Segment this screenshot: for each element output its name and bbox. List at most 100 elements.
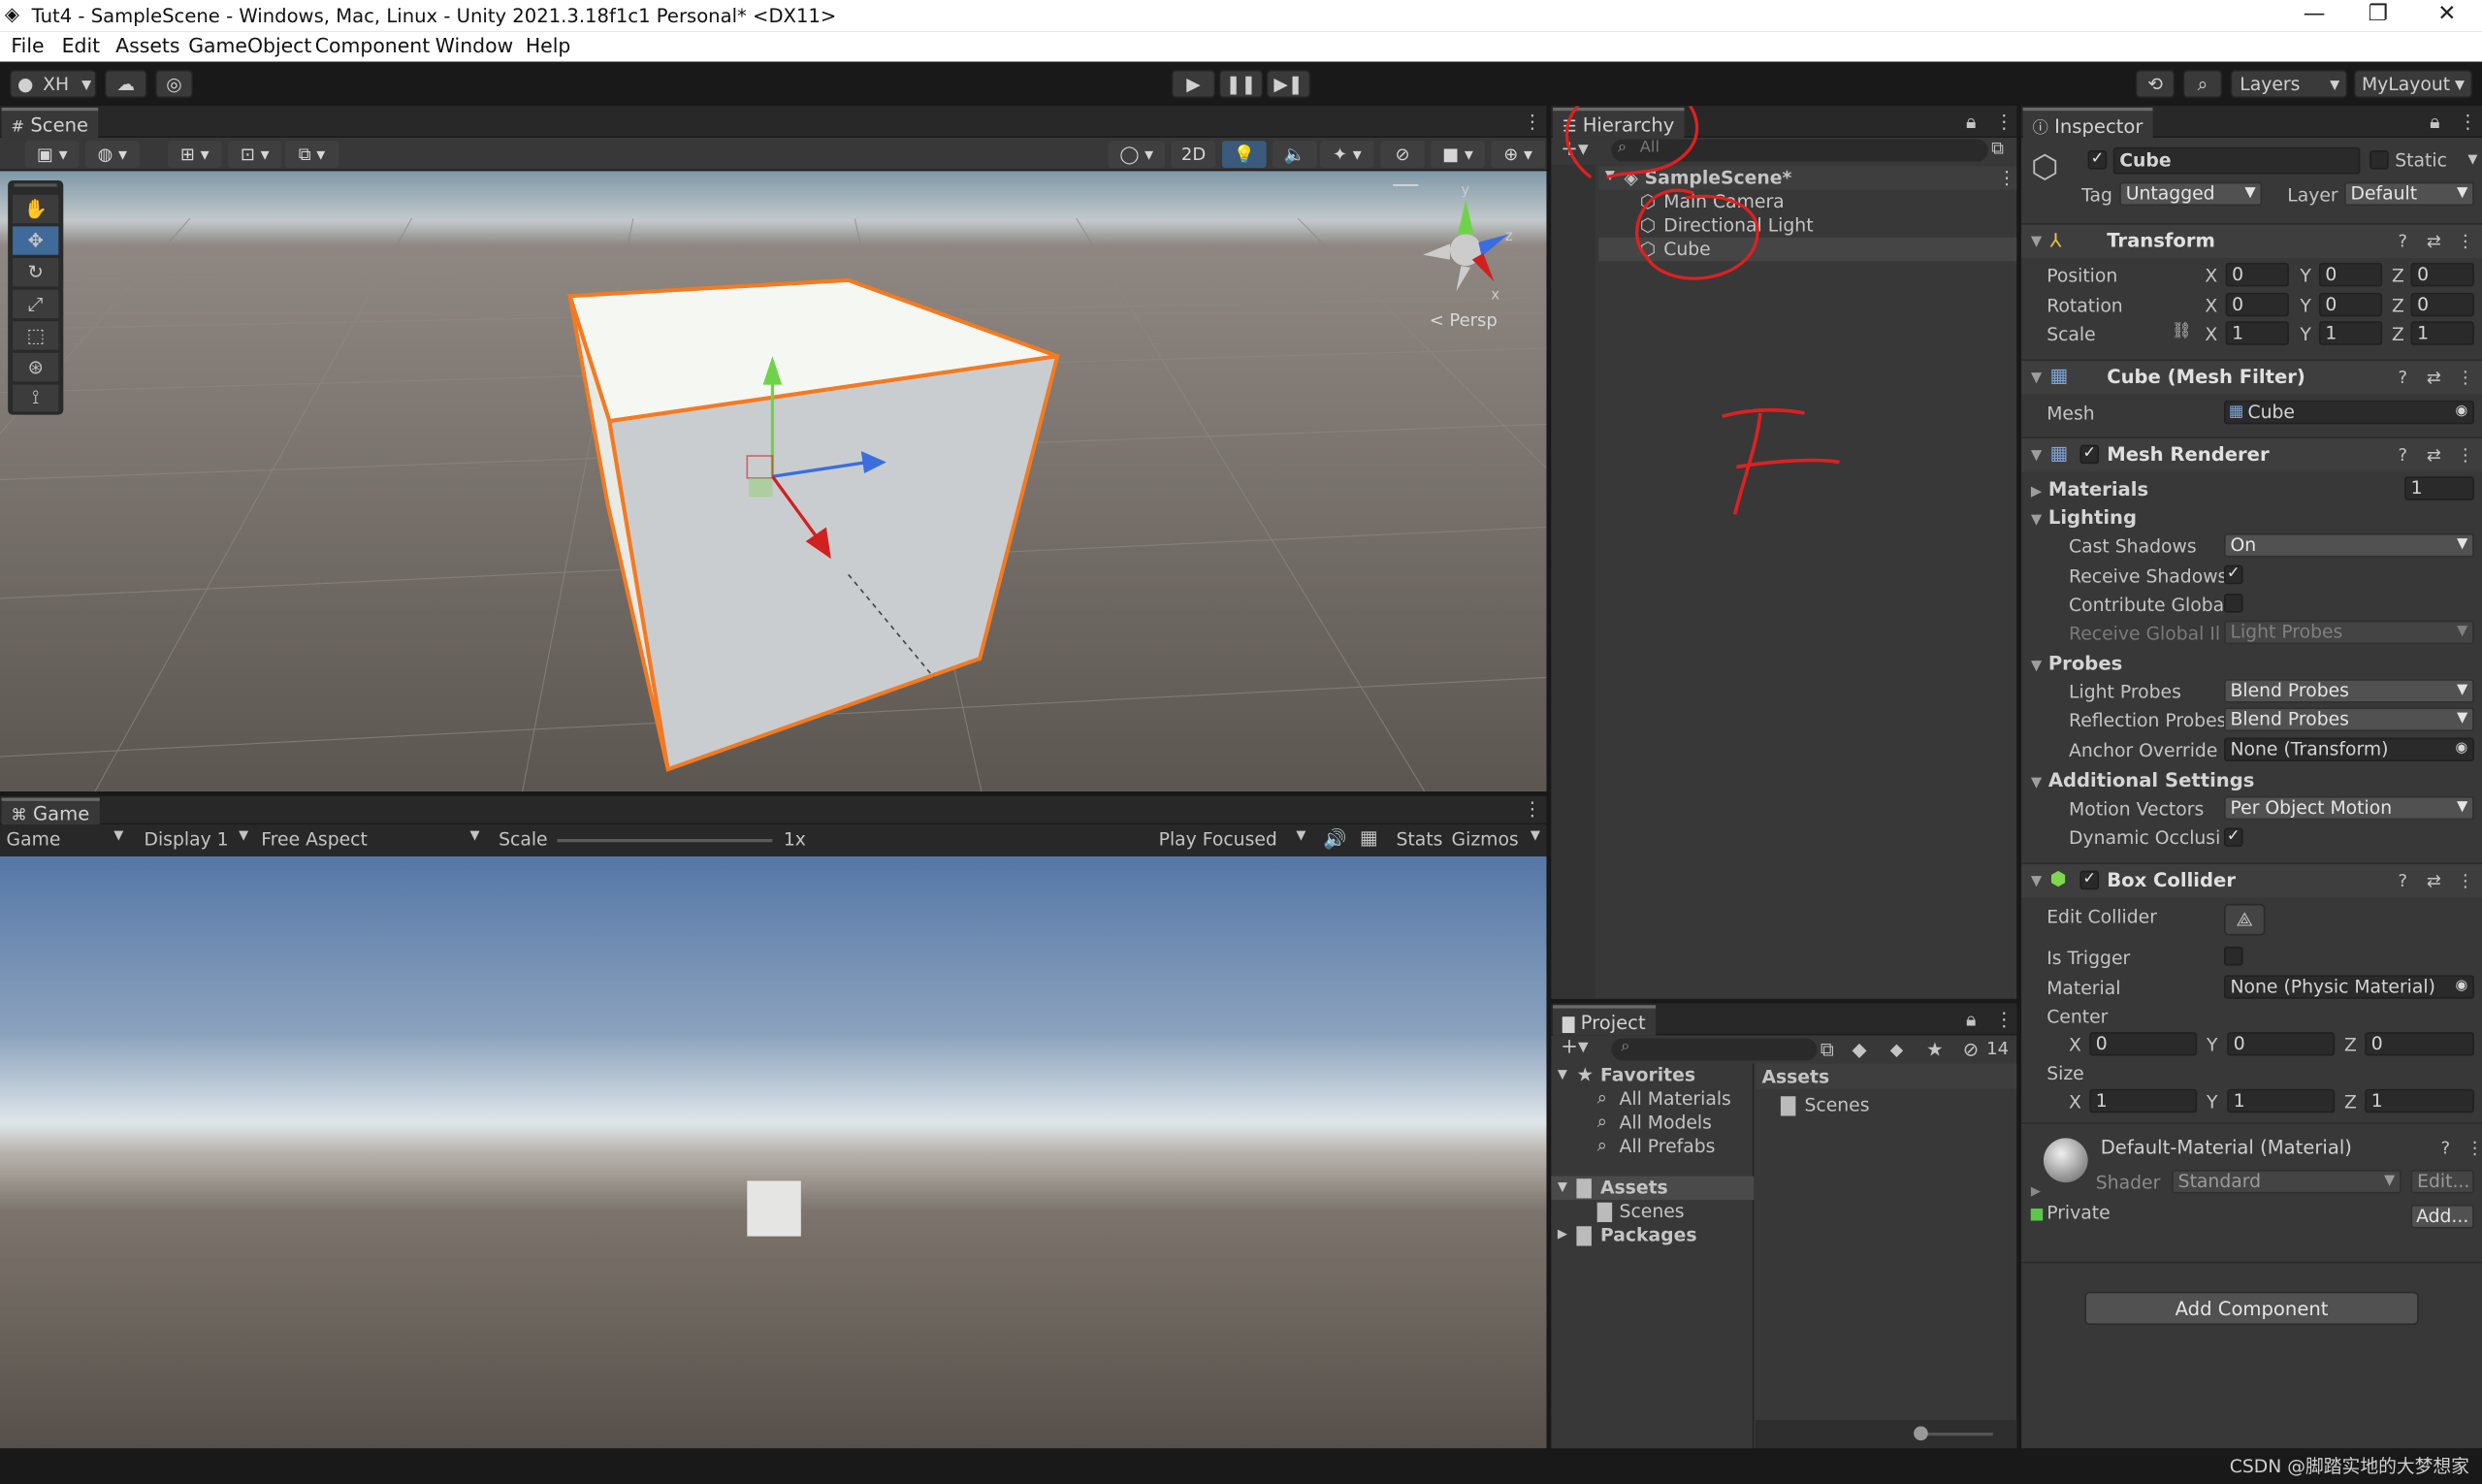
- light-probes-dropdown[interactable]: Blend Probes ▼: [2223, 679, 2474, 703]
- is-trigger-checkbox[interactable]: [2223, 946, 2243, 966]
- play-mode-dropdown[interactable]: Play Focused ▼: [1159, 828, 1309, 854]
- size-y-field[interactable]: 1: [2227, 1088, 2336, 1113]
- tree-item-assets[interactable]: ▼ ▇ Assets: [1551, 1176, 1755, 1201]
- help-icon[interactable]: ?: [2441, 1138, 2451, 1158]
- stats-grid-icon[interactable]: ▦: [1360, 826, 1378, 849]
- static-checkbox[interactable]: [2369, 150, 2389, 170]
- position-z-field[interactable]: 0: [2410, 262, 2474, 287]
- hidden-packages-icon[interactable]: ⊘: [1963, 1039, 1979, 1061]
- anchor-override-field[interactable]: None (Transform) ◉: [2223, 737, 2474, 762]
- more-icon[interactable]: ⋮: [2466, 1138, 2482, 1158]
- motion-vectors-dropdown[interactable]: Per Object Motion ▼: [2223, 795, 2474, 821]
- box-collider-header[interactable]: ▼ ⬢ ✓ Box Collider ? ⇄ ⋮: [2021, 862, 2482, 898]
- help-icon[interactable]: ?: [2399, 871, 2408, 891]
- probes-section[interactable]: Probes: [2048, 652, 2122, 674]
- project-search-input[interactable]: [1611, 1038, 1818, 1061]
- tab-scene[interactable]: # Scene: [1, 107, 98, 138]
- preset-icon[interactable]: ⇄: [2427, 368, 2441, 388]
- mesh-field[interactable]: ▦ Cube ◉: [2223, 400, 2474, 425]
- chevron-right-icon[interactable]: ▶: [2031, 1184, 2041, 1199]
- search-button[interactable]: ⌕: [2182, 69, 2223, 99]
- object-picker-icon[interactable]: ◉: [2455, 977, 2467, 997]
- preset-icon[interactable]: ⇄: [2427, 231, 2441, 251]
- menu-window[interactable]: Window: [435, 33, 513, 56]
- active-checkbox[interactable]: ✓: [2087, 150, 2108, 170]
- physic-material-field[interactable]: None (Physic Material) ◉: [2223, 975, 2474, 999]
- gizmos-button[interactable]: Gizmos ▼: [1452, 828, 1544, 854]
- lighting-section[interactable]: Lighting: [2048, 506, 2137, 529]
- play-button[interactable]: ▶: [1171, 69, 1216, 99]
- maximize-button[interactable]: ❐: [2369, 2, 2389, 27]
- tag-dropdown[interactable]: Untagged ▼: [2119, 181, 2263, 207]
- audio-toggle[interactable]: 🔈: [1273, 141, 1317, 168]
- step-button[interactable]: ▶❚: [1266, 69, 1311, 99]
- transform-header[interactable]: ▼ ⅄ Transform ? ⇄ ⋮: [2021, 223, 2482, 259]
- menu-file[interactable]: File: [11, 33, 44, 56]
- tab-project[interactable]: ▇ Project: [1553, 1005, 1656, 1036]
- object-name-field[interactable]: Cube: [2112, 146, 2361, 175]
- reflection-probes-dropdown[interactable]: Blend Probes ▼: [2223, 707, 2474, 731]
- more-icon[interactable]: ⋮: [1523, 111, 1542, 133]
- palette-grip[interactable]: [14, 183, 57, 187]
- filter-type-icon[interactable]: ◆: [1852, 1039, 1866, 1061]
- star-icon[interactable]: ★: [1926, 1039, 1944, 1061]
- hand-tool[interactable]: ✋: [13, 194, 59, 224]
- lighting-toggle[interactable]: 💡: [1221, 141, 1267, 168]
- mesh-renderer-header[interactable]: ▼ ▦ ✓ Mesh Renderer ? ⇄ ⋮: [2021, 436, 2482, 472]
- preset-icon[interactable]: ⇄: [2427, 445, 2441, 466]
- center-z-field[interactable]: 0: [2365, 1032, 2474, 1056]
- move-tool[interactable]: ✥: [13, 226, 59, 255]
- chevron-right-icon[interactable]: ▶: [2031, 484, 2042, 500]
- help-icon[interactable]: ?: [2399, 368, 2408, 388]
- menu-gameobject[interactable]: GameObject: [188, 33, 311, 56]
- more-icon[interactable]: ⋮: [2457, 368, 2474, 388]
- materials-section[interactable]: Materials: [2048, 478, 2148, 500]
- game-mode-dropdown[interactable]: Game ▼: [7, 828, 127, 854]
- preset-icon[interactable]: ⇄: [2427, 871, 2441, 891]
- additional-settings-section[interactable]: Additional Settings: [2048, 769, 2255, 791]
- layer-dropdown[interactable]: Default ▼: [2344, 181, 2474, 207]
- dynamic-occlusion-checkbox[interactable]: ✓: [2223, 827, 2243, 848]
- pause-button[interactable]: ❚❚: [1218, 69, 1264, 99]
- size-z-field[interactable]: 1: [2365, 1088, 2474, 1113]
- tab-game[interactable]: ⌘ Game: [1, 797, 100, 825]
- gizmos-dropdown[interactable]: ⊕ ▾: [1491, 141, 1545, 168]
- effects-dropdown[interactable]: ✦ ▾: [1320, 141, 1374, 168]
- chevron-down-icon[interactable]: ▼: [2031, 776, 2042, 791]
- menu-help[interactable]: Help: [526, 33, 571, 56]
- camera-dropdown[interactable]: ■ ▾: [1431, 141, 1485, 168]
- tab-inspector[interactable]: ⓘ Inspector: [2022, 107, 2153, 138]
- history-button[interactable]: ⟲: [2135, 69, 2176, 99]
- scale-x-field[interactable]: 1: [2225, 321, 2289, 345]
- fav-all-models[interactable]: All Models: [1620, 1112, 1712, 1134]
- scale-z-field[interactable]: 1: [2410, 321, 2474, 345]
- cloud-button[interactable]: ☁: [104, 69, 147, 99]
- cast-shadows-dropdown[interactable]: On ▼: [2223, 532, 2474, 558]
- fav-all-prefabs[interactable]: All Prefabs: [1620, 1135, 1716, 1157]
- object-picker-icon[interactable]: ◉: [2455, 739, 2467, 759]
- more-icon[interactable]: ⋮: [2457, 231, 2474, 251]
- increment-snap-button[interactable]: ⊡ ▾: [228, 141, 282, 168]
- fav-all-materials[interactable]: All Materials: [1620, 1087, 1731, 1110]
- materials-count-field[interactable]: 1: [2404, 476, 2474, 500]
- aspect-dropdown[interactable]: Free Aspect ▼: [261, 828, 482, 854]
- ruler-button[interactable]: ⧉ ▾: [284, 141, 339, 168]
- icon-size-slider[interactable]: [1917, 1432, 1993, 1436]
- shading-button[interactable]: ◯ ▾: [1108, 141, 1166, 168]
- contents-item-scenes[interactable]: Scenes: [1805, 1094, 1870, 1116]
- rotation-x-field[interactable]: 0: [2225, 292, 2289, 317]
- close-button[interactable]: ✕: [2437, 2, 2456, 27]
- layout-dropdown[interactable]: MyLayout ▼: [2353, 69, 2473, 99]
- rotate-tool[interactable]: ↻: [13, 258, 59, 287]
- display-dropdown[interactable]: Display 1 ▼: [145, 828, 252, 854]
- add-component-button[interactable]: Add Component: [2084, 1291, 2419, 1326]
- slider-thumb[interactable]: [1914, 1426, 1928, 1441]
- collab-button[interactable]: ◎: [154, 69, 194, 99]
- account-dropdown[interactable]: ● XH ▼: [9, 69, 97, 99]
- more-icon[interactable]: ⋮: [2457, 445, 2474, 466]
- box-collider-enabled-checkbox[interactable]: ✓: [2079, 870, 2100, 890]
- mode-2d-button[interactable]: 2D: [1171, 141, 1216, 168]
- scale-tool[interactable]: ⤢: [13, 289, 59, 319]
- help-icon[interactable]: ?: [2399, 231, 2408, 251]
- menu-edit[interactable]: Edit: [62, 33, 101, 56]
